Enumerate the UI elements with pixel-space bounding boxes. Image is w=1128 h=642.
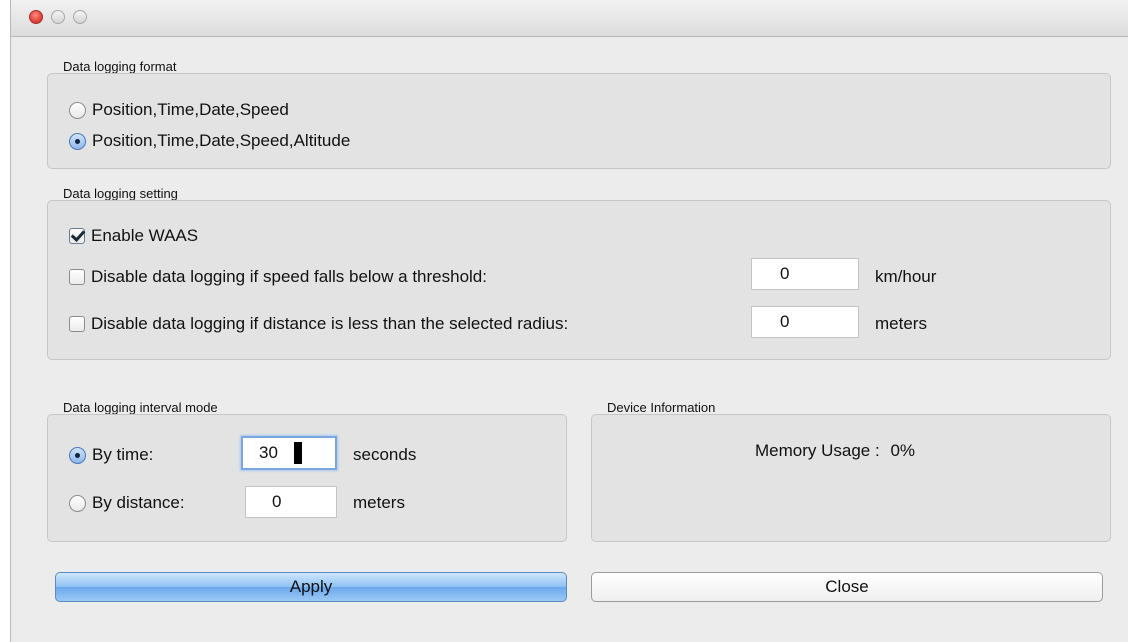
speed-threshold-row[interactable]: Disable data logging if speed falls belo… <box>69 267 487 287</box>
close-window-icon[interactable] <box>29 10 43 24</box>
interval-mode-group <box>47 414 567 542</box>
by-distance-label: By distance: <box>92 493 185 512</box>
distance-radius-checkbox[interactable] <box>69 316 85 332</box>
memory-usage-value: 0% <box>890 441 916 460</box>
interval-seconds-input[interactable]: 30 <box>241 436 337 470</box>
interval-distance-input[interactable]: 0 <box>245 486 337 518</box>
format-altitude-label: Position,Time,Date,Speed,Altitude <box>92 131 351 150</box>
format-altitude-radio[interactable] <box>69 132 86 150</box>
by-time-row[interactable]: By time: <box>69 445 153 465</box>
distance-radius-row[interactable]: Disable data logging if distance is less… <box>69 314 568 334</box>
device-info-title: Device Information <box>607 400 716 415</box>
memory-usage: Memory Usage : 0% <box>755 441 915 461</box>
speed-threshold-input[interactable]: 0 <box>751 258 859 290</box>
enable-waas-checkbox[interactable] <box>69 228 85 244</box>
distance-radius-label: Disable data logging if distance is less… <box>91 314 569 333</box>
by-distance-radio[interactable] <box>69 494 86 512</box>
logging-format-title: Data logging format <box>63 59 177 74</box>
by-time-unit: seconds <box>353 445 417 464</box>
by-distance-unit: meters <box>353 493 405 512</box>
settings-window: Data logging format Position,Time,Date,S… <box>10 0 1128 642</box>
distance-radius-input[interactable]: 0 <box>751 306 859 338</box>
text-cursor <box>293 442 302 464</box>
distance-radius-unit: meters <box>875 314 927 333</box>
by-time-label: By time: <box>92 445 154 464</box>
format-basic-radio[interactable] <box>69 101 86 119</box>
title-bar[interactable] <box>11 0 1128 37</box>
minimize-window-icon[interactable] <box>51 10 65 24</box>
format-basic-label: Position,Time,Date,Speed <box>92 100 289 119</box>
by-time-radio[interactable] <box>69 446 86 464</box>
close-button[interactable]: Close <box>591 572 1103 602</box>
distance-radius-value: 0 <box>780 312 790 331</box>
logging-setting-title: Data logging setting <box>63 186 178 201</box>
interval-distance-value: 0 <box>272 492 282 511</box>
interval-mode-title: Data logging interval mode <box>63 400 218 415</box>
device-info-group <box>591 414 1111 542</box>
speed-threshold-value: 0 <box>780 264 790 283</box>
format-option-altitude[interactable]: Position,Time,Date,Speed,Altitude <box>69 131 350 151</box>
zoom-window-icon[interactable] <box>73 10 87 24</box>
speed-threshold-unit: km/hour <box>875 267 937 286</box>
by-distance-row[interactable]: By distance: <box>69 493 185 513</box>
speed-threshold-checkbox[interactable] <box>69 269 85 285</box>
interval-seconds-value: 30 <box>259 443 278 462</box>
memory-usage-label: Memory Usage : <box>755 441 880 460</box>
enable-waas-row[interactable]: Enable WAAS <box>69 226 198 246</box>
enable-waas-label: Enable WAAS <box>91 226 199 245</box>
apply-button[interactable]: Apply <box>55 572 567 602</box>
speed-threshold-label: Disable data logging if speed falls belo… <box>91 267 487 286</box>
format-option-basic[interactable]: Position,Time,Date,Speed <box>69 100 289 120</box>
logging-format-group <box>47 73 1111 169</box>
